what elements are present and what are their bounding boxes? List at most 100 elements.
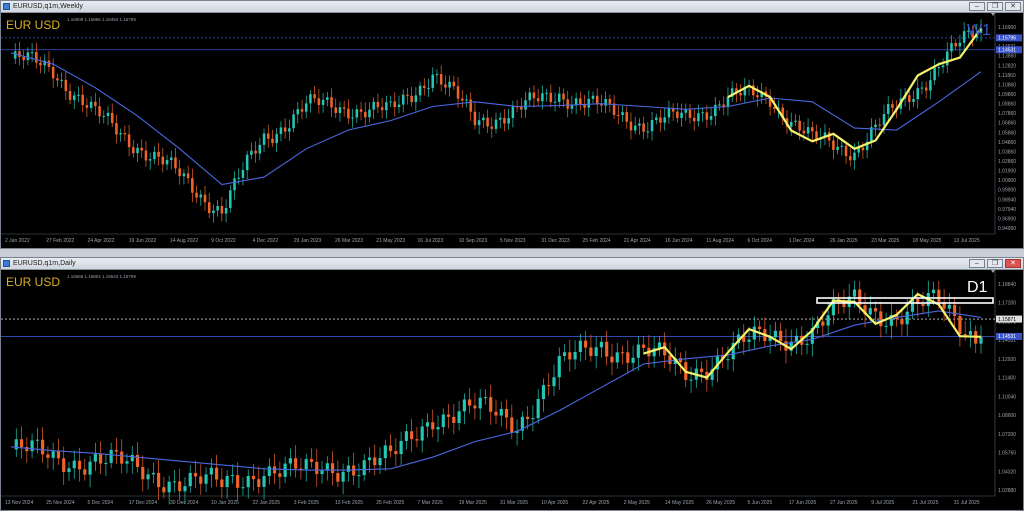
candle-body [110, 112, 114, 124]
candle-body [503, 117, 506, 124]
candle-body [836, 146, 839, 150]
candle-body [401, 94, 405, 105]
candle-body [229, 190, 232, 208]
candle-body [68, 91, 72, 100]
date-tick-label: 19 Jun 2022 [129, 238, 157, 244]
restore-button[interactable]: ❐ [987, 2, 1003, 11]
candle-body [705, 112, 709, 120]
candle-body [552, 377, 556, 387]
candle-body [136, 147, 139, 154]
date-tick-label: 9 Oct 2022 [211, 238, 236, 244]
candle-body [236, 475, 240, 488]
weekly-titlebar[interactable]: EURUSD,q1m,Weekly – ❐ ✕ [1, 1, 1023, 13]
candle-body [372, 101, 375, 110]
candle-body [275, 133, 278, 144]
close-button[interactable]: ✕ [1005, 2, 1021, 11]
candle-body [72, 460, 76, 469]
candle-body [13, 51, 17, 59]
date-tick-label: 5 Jun 2025 [748, 500, 773, 506]
candle-body [689, 379, 693, 381]
candle-body [566, 99, 569, 109]
candle-body [296, 109, 300, 115]
candle-body [747, 339, 751, 342]
candle-body [882, 113, 886, 126]
candle-body [545, 92, 548, 94]
price-tick-label: 1.05760 [998, 451, 1016, 457]
candle-body [246, 475, 250, 488]
candle-body [288, 128, 291, 132]
candle-body [178, 168, 181, 177]
candle-body [446, 414, 451, 417]
candle-body [146, 474, 150, 480]
candle-body [468, 399, 472, 406]
candle-body [779, 330, 783, 342]
candle-body [67, 468, 71, 473]
candle-body [81, 94, 84, 106]
date-tick-label: 14 Aug 2022 [170, 238, 198, 244]
candle-body [237, 177, 241, 179]
candle-body [739, 92, 742, 96]
candle-body [636, 344, 640, 358]
candle-body [933, 67, 936, 81]
minimize-button[interactable]: – [969, 2, 985, 11]
candle-body [380, 107, 384, 111]
candle-body [119, 133, 122, 135]
candle-body [821, 321, 825, 326]
candle-body [262, 476, 266, 487]
daily-titlebar[interactable]: EURUSD,q1m,Daily – ❐ ✕ [1, 258, 1023, 270]
timeframe-label: D1 [967, 279, 988, 296]
candle-body [313, 94, 316, 99]
date-tick-label: 11 Aug 2024 [706, 238, 734, 244]
candle-body [427, 87, 430, 89]
candle-body [195, 192, 198, 198]
candle-body [840, 145, 844, 147]
candle-body [250, 150, 253, 155]
candle-body [404, 431, 408, 441]
candle-body [304, 103, 308, 112]
candle-body [900, 319, 904, 325]
candle-body [498, 117, 502, 120]
date-tick-label: 22 Apr 2025 [583, 500, 610, 506]
candle-body [958, 42, 962, 47]
candle-body [962, 31, 966, 43]
date-tick-label: 21 May 2023 [376, 238, 405, 244]
candle-body [19, 439, 24, 448]
candle-body [947, 304, 951, 309]
candle-body [35, 51, 38, 63]
date-tick-label: 2 May 2025 [624, 500, 650, 506]
close-button[interactable]: ✕ [1005, 259, 1021, 268]
candle-body [958, 315, 962, 335]
candle-body [861, 147, 865, 151]
candle-body [650, 120, 654, 132]
candle-body [352, 465, 356, 476]
candle-body [878, 124, 882, 126]
date-tick-label: 9 Jul 2025 [871, 500, 894, 506]
candle-body [394, 451, 398, 455]
candle-body [700, 368, 704, 372]
restore-button[interactable]: ❐ [987, 259, 1003, 268]
candle-body [77, 460, 82, 470]
candle-body [617, 114, 620, 116]
candle-body [773, 330, 777, 338]
candle-body [573, 352, 577, 360]
candle-body [520, 107, 523, 110]
candle-body [578, 340, 582, 353]
candle-body [414, 95, 418, 103]
price-tick-label: 1.09860 [998, 92, 1016, 98]
date-tick-label: 13 Jul 2025 [954, 238, 980, 244]
date-tick-label: 25 Feb 2024 [583, 238, 611, 244]
candle-body [805, 343, 809, 345]
daily-price-chart[interactable]: 1.18840 1.17200 1.15871 1.14531 1.12920 1.114… [1, 270, 1023, 510]
price-tick-label: 1.04860 [998, 140, 1016, 146]
candle-body [477, 120, 481, 126]
price-tick-label: 1.05860 [998, 130, 1016, 136]
candle-body [99, 454, 103, 464]
minimize-button[interactable]: – [969, 259, 985, 268]
candle-body [399, 440, 403, 455]
candle-body [490, 126, 494, 129]
price-tick-label: 1.02860 [998, 159, 1016, 165]
weekly-price-chart[interactable]: 1.16900 1.15796 1.145311.13860 1.12820 1.118… [1, 13, 1023, 248]
date-tick-label: 10 Jan 2025 [211, 500, 239, 506]
candle-body [536, 98, 540, 102]
candle-body [283, 463, 287, 477]
